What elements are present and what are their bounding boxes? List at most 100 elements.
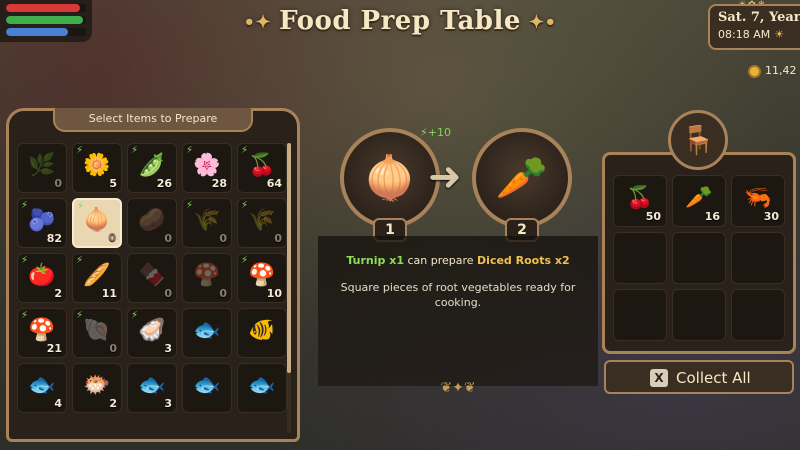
energy-bolt-icon: ⚡ (420, 126, 428, 139)
collect-all-button[interactable]: X Collect All (604, 360, 794, 394)
ingredient-slot[interactable]: ⚡ 🦪 3 (127, 308, 177, 358)
output-slot[interactable] (613, 289, 667, 341)
ingredient-count: 64 (266, 177, 282, 190)
output-item-icon: 🥕 (685, 185, 713, 211)
x-key-icon: X (650, 369, 668, 387)
prep-connector-text: can prepare (403, 254, 478, 267)
ingredient-slot[interactable]: ⚡ 🍄 10 (237, 253, 287, 303)
ingredient-count: 3 (164, 397, 172, 410)
time-label: 08:18 AM (718, 28, 771, 41)
recipe-description: Square pieces of root vegetables ready f… (340, 281, 576, 309)
ingredient-icon: 🐠 (248, 318, 276, 344)
ingredient-count: 0 (219, 232, 227, 245)
ingredient-icon: 🥔 (138, 208, 166, 234)
ingredient-icon: 🌿 (28, 153, 56, 179)
diced-roots-icon: 🥕 (495, 153, 549, 202)
date-label: Sat. 7, Year (718, 10, 800, 25)
result-text: Diced Roots x2 (477, 254, 570, 267)
output-result-slot: 🥕 (472, 128, 572, 228)
ingredient-slot[interactable]: 🌿 0 (17, 143, 67, 193)
ingredient-icon: 🌾 (248, 208, 276, 234)
ingredient-icon: 🐡 (83, 373, 111, 399)
ingredient-slot[interactable]: ⚡ 🫛 26 (127, 143, 177, 193)
energy-bolt-icon: ⚡ (76, 255, 84, 266)
sun-icon: ☀ (774, 28, 785, 41)
energy-bolt-icon: ⚡ (21, 255, 29, 266)
energy-bonus-value: +10 (427, 126, 451, 139)
ingredient-count: 26 (156, 177, 172, 190)
output-slot[interactable] (672, 289, 726, 341)
ingredient-count: 3 (164, 342, 172, 355)
ingredient-count: 2 (54, 287, 62, 300)
coin-icon (748, 64, 761, 78)
prep-table-badge: 🪑 (668, 110, 728, 170)
ingredient-slot[interactable]: 🐟 (182, 363, 232, 413)
ingredient-slot[interactable]: 🐟 (182, 308, 232, 358)
energy-bolt-icon: ⚡ (131, 310, 139, 321)
output-slot[interactable]: 🍒 50 (613, 175, 667, 227)
ingredient-count: 0 (164, 287, 172, 300)
ingredient-slot[interactable]: 🐡 2 (72, 363, 122, 413)
ingredient-icon: 🍅 (28, 263, 56, 289)
ingredient-slot[interactable]: 🐟 (237, 363, 287, 413)
ingredient-slot[interactable]: 🥔 0 (127, 198, 177, 248)
ingredient-slot[interactable]: 🐟 4 (17, 363, 67, 413)
ingredient-icon: 🍫 (138, 263, 166, 289)
ingredient-icon: 🐟 (193, 318, 221, 344)
output-item-icon: 🦐 (744, 185, 772, 211)
ingredient-slot[interactable]: ⚡ 🥖 11 (72, 253, 122, 303)
ingredient-slot[interactable]: ⚡ 🧅 0 (72, 198, 122, 248)
output-count: 50 (645, 210, 661, 223)
page-title-text: Food Prep Table (279, 6, 521, 36)
energy-bolt-icon: ⚡ (241, 255, 249, 266)
currency-display: 11,42 (748, 64, 797, 78)
ingredient-icon: 🍄 (193, 263, 221, 289)
ingredient-slot[interactable]: 🍄 0 (182, 253, 232, 303)
output-grid: 🍒 50 🥕 16 🦐 30 (613, 175, 785, 341)
ingredient-selection-panel: Select Items to Prepare 🌿 0 ⚡ 🌼 5 ⚡ 🫛 26 ⚡ 🌸 28 ⚡ 🍒 6… (6, 108, 300, 442)
ingredient-slot[interactable]: 🐟 3 (127, 363, 177, 413)
ingredient-count: 28 (211, 177, 227, 190)
ingredient-icon: 🌼 (83, 153, 111, 179)
ingredient-count: 0 (54, 177, 62, 190)
ingredient-icon: 🦪 (138, 318, 166, 344)
output-slot[interactable]: 🦐 30 (731, 175, 785, 227)
ingredient-slot[interactable]: ⚡ 🍅 2 (17, 253, 67, 303)
ingredient-slot[interactable]: 🐠 (237, 308, 287, 358)
input-ingredient-slot: 🧅 (340, 128, 440, 228)
ingredient-icon: 🫐 (28, 208, 56, 234)
energy-bolt-icon: ⚡ (186, 145, 194, 156)
ingredient-count: 2 (109, 397, 117, 410)
ingredient-icon: 🫛 (138, 153, 166, 179)
collect-all-label: Collect All (676, 369, 751, 387)
ingredient-count: 0 (219, 287, 227, 300)
ingredient-slot[interactable]: ⚡ 🌾 0 (237, 198, 287, 248)
ingredient-icon: 🐟 (138, 373, 166, 399)
output-slot[interactable] (613, 232, 667, 284)
output-slot[interactable] (731, 232, 785, 284)
ingredient-slot[interactable]: ⚡ 🌾 0 (182, 198, 232, 248)
ingredient-slot[interactable]: ⚡ 🌸 28 (182, 143, 232, 193)
ingredient-grid: 🌿 0 ⚡ 🌼 5 ⚡ 🫛 26 ⚡ 🌸 28 ⚡ 🍒 64 ⚡ 🫐 82 ⚡ 🧅 0 🥔 0 ⚡ 🌾 0 ⚡ 🌾 0 ⚡ 🍅 2 ⚡ 🥖 11 🍫… (17, 143, 287, 413)
title-ornament-left-icon: •✦ (243, 11, 272, 33)
ingredient-slot[interactable]: ⚡ 🌼 5 (72, 143, 122, 193)
ingredient-slot[interactable]: ⚡ 🍄 21 (17, 308, 67, 358)
output-count: 16 (704, 210, 720, 223)
prep-table-icon: 🪑 (680, 123, 716, 157)
energy-bolt-icon: ⚡ (21, 200, 29, 211)
output-slot[interactable]: 🥕 16 (672, 175, 726, 227)
ingredient-slot[interactable]: ⚡ 🫐 82 (17, 198, 67, 248)
ingredient-slot[interactable]: 🍫 0 (127, 253, 177, 303)
ingredient-slot[interactable]: ⚡ 🐚 0 (72, 308, 122, 358)
turnip-icon: 🧅 (363, 153, 417, 202)
ingredient-icon: 🥖 (83, 263, 111, 289)
ingredient-slot[interactable]: ⚡ 🍒 64 (237, 143, 287, 193)
ingredient-scrollbar[interactable] (287, 143, 291, 433)
prep-summary: Turnip x1 can prepare Diced Roots x2 (318, 254, 598, 267)
output-slot[interactable] (672, 232, 726, 284)
output-slot[interactable] (731, 289, 785, 341)
time-row: 08:18 AM ☀ (718, 28, 800, 41)
scrollbar-thumb[interactable] (287, 143, 291, 373)
ingredient-count: 0 (108, 231, 116, 244)
panel-title: Select Items to Prepare (53, 108, 253, 132)
